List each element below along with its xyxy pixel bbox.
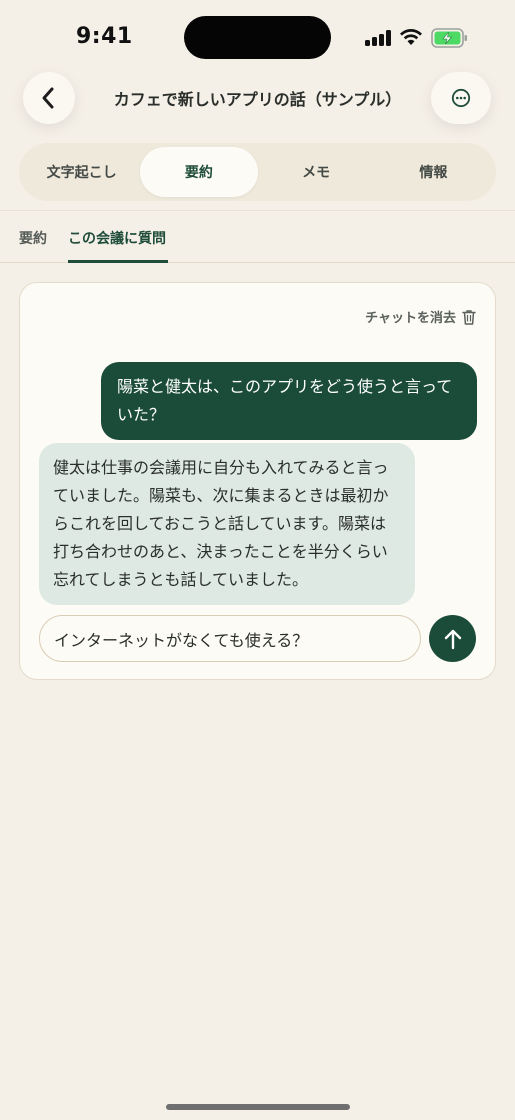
question-input[interactable]: インターネットがなくても使える？	[39, 615, 421, 662]
back-button[interactable]	[23, 72, 75, 124]
assistant-message: 健太は仕事の会議用に自分も入れてみると言っていました。陽菜も、次に集まるときは最…	[39, 443, 415, 605]
chevron-left-icon	[42, 87, 54, 109]
wifi-icon	[400, 29, 422, 45]
page-title: カフェで新しいアプリの話（サンプル）	[113, 90, 402, 109]
chat-card: チャットを消去 陽菜と健太は、このアプリをどう使うと言っていた？ 健太は仕事の会…	[19, 282, 496, 680]
segment-transcript[interactable]: 文字起こし	[23, 147, 140, 197]
active-tab-indicator	[68, 260, 168, 263]
segment-info[interactable]: 情報	[375, 147, 492, 197]
home-indicator	[166, 1104, 350, 1110]
ellipsis-circle-icon	[451, 88, 471, 108]
segment-memo[interactable]: メモ	[258, 147, 375, 197]
signal-icon	[365, 30, 393, 46]
user-message: 陽菜と健太は、このアプリをどう使うと言っていた？	[101, 362, 477, 440]
battery-charging-icon	[431, 28, 467, 48]
status-time: 9:41	[76, 24, 133, 49]
send-button[interactable]	[429, 615, 476, 662]
segment-summary[interactable]: 要約	[140, 147, 258, 197]
trash-icon	[462, 309, 476, 325]
clear-chat-button[interactable]: チャットを消去	[365, 307, 476, 326]
subtab-summary[interactable]: 要約	[19, 228, 47, 248]
status-bar: 9:41	[0, 0, 515, 76]
arrow-up-icon	[444, 629, 461, 649]
segmented-control: 文字起こし 要約 メモ 情報	[19, 143, 496, 201]
dynamic-island	[184, 16, 331, 59]
subtab-ask-meeting[interactable]: この会議に質問	[68, 228, 166, 248]
clear-chat-label: チャットを消去	[365, 311, 456, 326]
sub-tab-bar: 要約 この会議に質問	[0, 211, 515, 263]
more-button[interactable]	[431, 72, 491, 124]
